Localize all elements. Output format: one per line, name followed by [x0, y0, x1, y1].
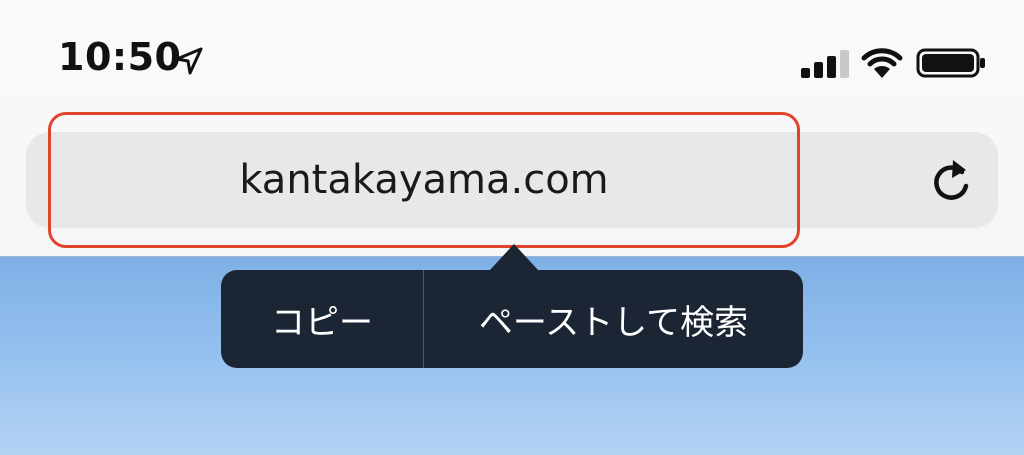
wifi-icon: [861, 48, 903, 78]
reload-icon[interactable]: [928, 156, 974, 206]
copy-button[interactable]: コピー: [221, 270, 423, 368]
context-menu-arrow: [490, 244, 538, 270]
cellular-signal-icon: [801, 50, 849, 78]
location-arrow-icon: [175, 47, 203, 75]
context-menu: コピー ペーストして検索: [221, 270, 803, 368]
status-time: 10:50: [58, 35, 182, 79]
battery-icon: [916, 48, 985, 78]
address-bar-highlight: [48, 112, 800, 248]
paste-and-search-button[interactable]: ペーストして検索: [424, 270, 803, 368]
